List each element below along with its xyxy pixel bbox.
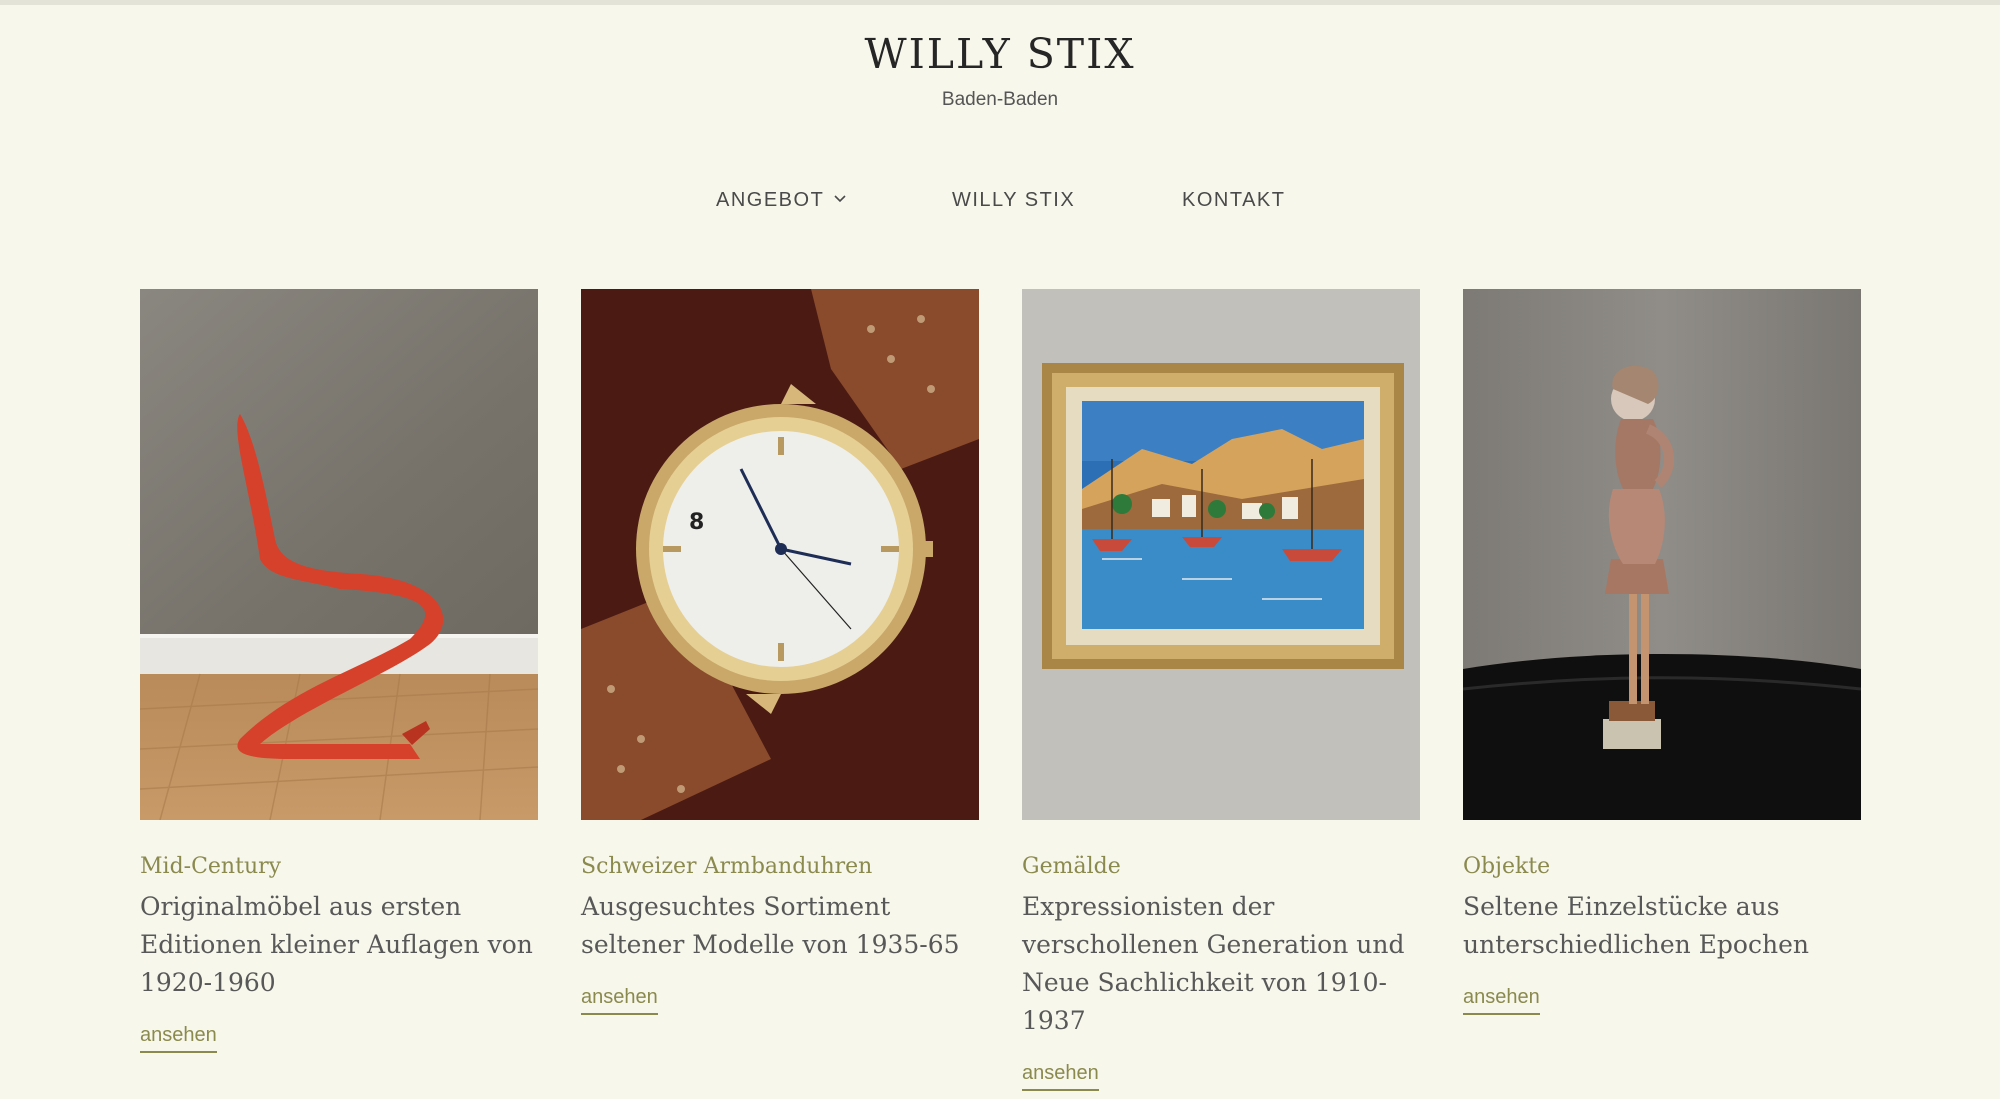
card-objekte: Objekte Seltene Einzelstücke aus untersc…: [1463, 289, 1861, 1015]
view-link[interactable]: ansehen: [1463, 986, 1540, 1015]
card-category[interactable]: Schweizer Armbanduhren: [581, 850, 979, 884]
card-description: Seltene Einzelstücke aus unterschiedlich…: [1463, 892, 1809, 959]
view-link[interactable]: ansehen: [581, 986, 658, 1015]
chair-image[interactable]: [140, 289, 538, 820]
site-subtitle: Baden-Baden: [941, 89, 1059, 110]
card-gemaelde: Gemälde Expressionisten der verschollene…: [1022, 289, 1420, 1091]
nav-item-label: ANGEBOT: [716, 189, 825, 211]
card-description: Originalmöbel aus ersten Editionen klein…: [140, 892, 533, 997]
card-description: Ausgesuchtes Sortiment seltener Modelle …: [581, 892, 960, 959]
view-link[interactable]: ansehen: [140, 1024, 217, 1053]
card-mid-century: Mid-Century Originalmöbel aus ersten Edi…: [140, 289, 538, 1053]
site-title[interactable]: WILLY STIX: [0, 30, 2000, 78]
main-navigation: ANGEBOT WILLY STIX KONTAKT: [0, 189, 2000, 219]
card-schweizer-armbanduhren: 8 Schweizer Armbanduhren Ausgesuchtes So…: [581, 289, 979, 1015]
view-link[interactable]: ansehen: [1022, 1062, 1099, 1091]
chevron-down-icon: [834, 186, 846, 209]
card-category[interactable]: Gemälde: [1022, 850, 1420, 884]
card-category[interactable]: Mid-Century: [140, 850, 538, 884]
painting-image[interactable]: [1022, 289, 1420, 820]
card-category[interactable]: Objekte: [1463, 850, 1861, 884]
figurine-image[interactable]: [1463, 289, 1861, 820]
nav-item-angebot[interactable]: ANGEBOT: [716, 189, 846, 212]
watch-image[interactable]: 8: [581, 289, 979, 820]
nav-item-kontakt[interactable]: KONTAKT: [1182, 189, 1285, 212]
nav-item-willy-stix[interactable]: WILLY STIX: [952, 189, 1075, 212]
svg-text:8: 8: [689, 510, 704, 535]
nav-item-label: WILLY STIX: [952, 189, 1076, 211]
top-border: [0, 0, 2000, 5]
nav-item-label: KONTAKT: [1182, 189, 1286, 211]
card-description: Expressionisten der verschollenen Genera…: [1022, 892, 1405, 1035]
